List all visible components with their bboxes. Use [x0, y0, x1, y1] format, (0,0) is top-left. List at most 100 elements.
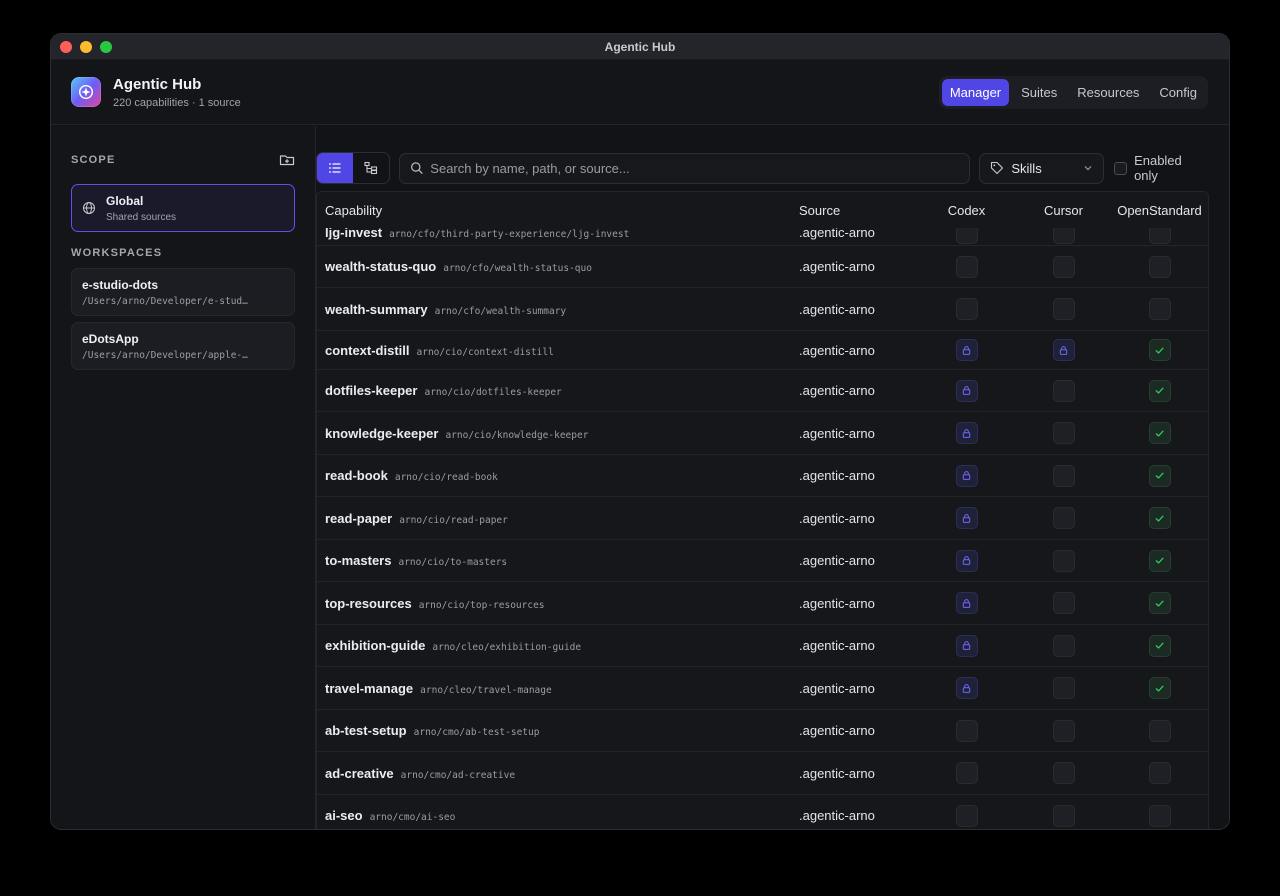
table-row[interactable]: read-book arno/cio/read-book .agentic-arno — [317, 455, 1208, 497]
cursor-toggle[interactable] — [1052, 634, 1075, 657]
table-row[interactable]: wealth-status-quo arno/cfo/wealth-status-… — [317, 246, 1208, 288]
codex-toggle[interactable] — [955, 507, 978, 529]
column-header-source[interactable]: Source — [799, 203, 917, 218]
codex-toggle[interactable] — [955, 422, 978, 444]
cursor-cell — [1016, 804, 1111, 827]
zoom-window-button[interactable] — [100, 41, 112, 53]
codex-toggle[interactable] — [955, 298, 978, 320]
openstandard-toggle[interactable] — [1148, 339, 1171, 361]
openstandard-toggle[interactable] — [1148, 592, 1171, 614]
column-header-cursor[interactable]: Cursor — [1016, 203, 1111, 218]
codex-toggle[interactable] — [955, 804, 978, 827]
codex-cell — [917, 379, 1016, 402]
cursor-toggle[interactable] — [1052, 549, 1075, 572]
tree-icon — [364, 161, 377, 175]
codex-cell — [917, 634, 1016, 657]
tree-view-button[interactable] — [353, 153, 389, 183]
table-row[interactable]: top-resources arno/cio/top-resources .agen… — [317, 582, 1208, 625]
table-row[interactable]: exhibition-guide arno/cleo/exhibition-gui… — [317, 625, 1208, 667]
openstandard-toggle[interactable] — [1148, 549, 1171, 572]
cursor-toggle[interactable] — [1052, 592, 1075, 614]
cursor-toggle[interactable] — [1052, 255, 1075, 278]
openstandard-toggle[interactable] — [1148, 677, 1171, 699]
capability-name: context-distill — [325, 342, 410, 358]
column-header-codex[interactable]: Codex — [917, 203, 1016, 218]
openstandard-toggle[interactable] — [1148, 634, 1171, 657]
cursor-cell — [1016, 379, 1111, 402]
tab-manager[interactable]: Manager — [941, 78, 1010, 106]
column-header-openstandard[interactable]: OpenStandard — [1111, 203, 1208, 218]
codex-toggle[interactable] — [955, 339, 978, 361]
cursor-toggle[interactable] — [1052, 339, 1075, 361]
type-filter-select[interactable]: Skills — [979, 152, 1105, 184]
capability-path: arno/cio/dotfiles-keeper — [424, 387, 562, 398]
tab-resources[interactable]: Resources — [1069, 79, 1147, 106]
openstandard-toggle[interactable] — [1148, 719, 1171, 742]
cursor-toggle[interactable] — [1052, 762, 1075, 784]
openstandard-toggle[interactable] — [1148, 379, 1171, 402]
table-row[interactable]: to-masters arno/cio/to-masters .agentic-ar… — [317, 540, 1208, 582]
table-row[interactable]: dotfiles-keeper arno/cio/dotfiles-keeper.… — [317, 370, 1208, 412]
cursor-toggle[interactable] — [1052, 804, 1075, 827]
source-cell: .agentic-arno — [799, 638, 875, 653]
cursor-toggle[interactable] — [1052, 298, 1075, 320]
enabled-only-toggle[interactable]: Enabled only — [1114, 153, 1209, 183]
cursor-toggle[interactable] — [1052, 677, 1075, 699]
tab-suites[interactable]: Suites — [1013, 79, 1065, 106]
capability-name: travel-manage — [325, 680, 414, 696]
cursor-toggle[interactable] — [1052, 507, 1075, 529]
source-cell: .agentic-arno — [799, 553, 875, 568]
cursor-toggle[interactable] — [1052, 719, 1075, 742]
list-view-button[interactable] — [317, 153, 353, 183]
table-row[interactable]: context-distill arno/cio/context-distill.… — [317, 331, 1208, 370]
workspace-item-edotsapp[interactable]: eDotsApp /Users/arno/Developer/apple-… — [71, 322, 295, 370]
cursor-toggle[interactable] — [1052, 379, 1075, 402]
table-row[interactable]: ad-creative arno/cmo/ad-creative .agentic-… — [317, 752, 1208, 795]
workspace-item-e-studio-dots[interactable]: e-studio-dots /Users/arno/Developer/e-st… — [71, 268, 295, 316]
openstandard-toggle[interactable] — [1148, 464, 1171, 487]
codex-toggle[interactable] — [955, 464, 978, 487]
openstandard-toggle[interactable] — [1148, 804, 1171, 827]
scope-global-card[interactable]: Global Shared sources — [71, 184, 295, 232]
column-header-capability[interactable]: Capability — [317, 203, 799, 218]
table-row[interactable]: knowledge-keeper arno/cio/knowledge-keepe… — [317, 412, 1208, 455]
table-row[interactable]: travel-manage arno/cleo/travel-manage .age… — [317, 667, 1208, 710]
openstandard-toggle[interactable] — [1148, 762, 1171, 784]
openstandard-toggle[interactable] — [1148, 255, 1171, 278]
openstandard-toggle[interactable] — [1148, 422, 1171, 444]
capability-name: dotfiles-keeper — [325, 383, 418, 398]
table-row[interactable]: wealth-summary arno/cfo/wealth-summary .ag… — [317, 288, 1208, 331]
openstandard-toggle[interactable] — [1148, 507, 1171, 529]
search-input[interactable] — [430, 160, 960, 176]
codex-toggle[interactable] — [955, 379, 978, 402]
view-toggle — [316, 152, 390, 184]
table-row[interactable]: read-paper arno/cio/read-paper .agentic-ar… — [317, 497, 1208, 540]
lock-icon — [961, 598, 972, 609]
codex-cell — [917, 804, 1016, 827]
openstandard-cell — [1111, 804, 1208, 827]
minimize-window-button[interactable] — [80, 41, 92, 53]
codex-toggle[interactable] — [955, 592, 978, 614]
table-row[interactable]: ab-test-setup arno/cmo/ab-test-setup .agen… — [317, 710, 1208, 752]
chevron-down-icon — [1084, 166, 1092, 171]
capability-cell: ad-creative arno/cmo/ad-creative — [317, 766, 799, 781]
capability-path: arno/cfo/wealth-summary — [434, 305, 567, 317]
close-window-button[interactable] — [60, 41, 72, 53]
traffic-lights — [60, 41, 112, 53]
codex-toggle[interactable] — [955, 549, 978, 572]
cursor-toggle[interactable] — [1052, 422, 1075, 444]
codex-toggle[interactable] — [955, 634, 978, 657]
codex-toggle[interactable] — [955, 677, 978, 699]
sidebar: SCOPE Global Shared sources WORKSPACES e… — [51, 126, 316, 829]
openstandard-toggle[interactable] — [1148, 298, 1171, 320]
table-row[interactable]: ai-seo arno/cmo/ai-seo .agentic-arno — [317, 795, 1208, 829]
codex-toggle[interactable] — [955, 255, 978, 278]
add-folder-icon[interactable] — [279, 152, 295, 168]
tab-config[interactable]: Config — [1151, 79, 1205, 106]
codex-toggle[interactable] — [955, 719, 978, 742]
enabled-only-checkbox[interactable] — [1114, 161, 1128, 175]
cursor-toggle[interactable] — [1052, 464, 1075, 487]
source-cell: .agentic-arno — [799, 342, 875, 358]
globe-icon — [83, 202, 95, 214]
codex-toggle[interactable] — [955, 762, 978, 784]
